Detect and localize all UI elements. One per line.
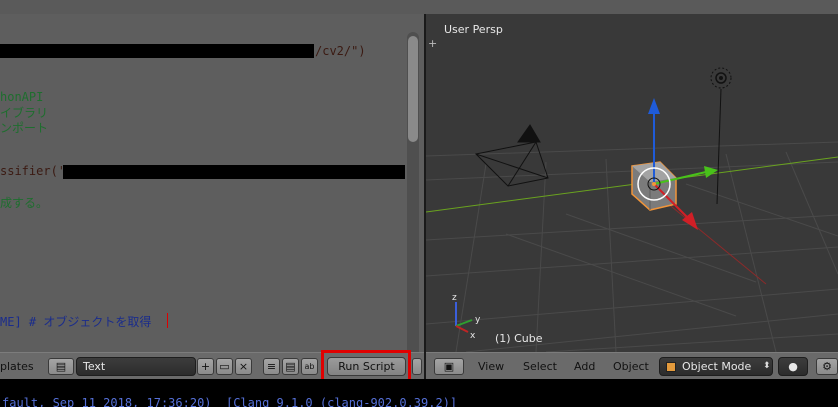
unlink-text-icon[interactable]: × bbox=[235, 358, 252, 375]
object-mode-label: Object Mode bbox=[682, 360, 752, 373]
run-script-highlight-box bbox=[321, 350, 411, 382]
redacted-block bbox=[0, 44, 314, 58]
text-editor-area[interactable]: /cv2/") honAPI イブラリ ンポート ssifier(' 成する。 … bbox=[0, 14, 424, 352]
mode-select-dropdown[interactable]: Object Mode bbox=[659, 357, 773, 376]
code-line-classifier: ssifier(' bbox=[0, 164, 66, 178]
editor-scrollbar-thumb[interactable] bbox=[408, 36, 418, 142]
line-numbers-toggle-icon[interactable]: ≡ bbox=[263, 358, 280, 375]
templates-menu[interactable]: plates bbox=[0, 360, 34, 373]
text-cursor bbox=[167, 313, 168, 328]
gizmo-z-label: z bbox=[452, 293, 457, 303]
word-wrap-toggle-icon[interactable]: ▤ bbox=[282, 358, 299, 375]
view-menu[interactable]: View bbox=[478, 360, 504, 373]
code-line-comment-api: honAPI bbox=[0, 90, 44, 104]
axis-gizmo: z y x bbox=[452, 293, 481, 341]
dropdown-arrows-icon: ⬍ bbox=[763, 361, 771, 371]
editor-type-cube-icon[interactable]: ▣ bbox=[434, 358, 464, 375]
new-text-icon[interactable]: + bbox=[197, 358, 214, 375]
viewport-title: User Persp bbox=[444, 23, 503, 36]
console-output-line: fault, Sep 11 2018, 17:36:20) [Clang 9.1… bbox=[2, 396, 458, 407]
open-text-icon[interactable]: ▭ bbox=[216, 358, 233, 375]
text-datablock-name-field[interactable]: Text bbox=[76, 357, 196, 376]
code-line-comment-create: 成する。 bbox=[0, 196, 49, 210]
view3d-header: ▣ View Select Add Object Object Mode ⬍ ●… bbox=[426, 352, 838, 379]
python-console-area[interactable]: fault, Sep 11 2018, 17:36:20) [Clang 9.1… bbox=[0, 379, 838, 407]
viewport-shading-dropdown[interactable]: ● bbox=[778, 357, 808, 376]
viewport-scene: z y x bbox=[426, 67, 838, 352]
gizmo-y-label: y bbox=[475, 315, 481, 325]
lamp-object bbox=[710, 67, 732, 205]
3d-viewport[interactable]: z y x + User Persp (1) Cube bbox=[426, 14, 838, 352]
code-line-path: /cv2/") bbox=[315, 44, 366, 58]
window-top-strip bbox=[0, 0, 838, 14]
object-mode-cube-icon bbox=[666, 362, 676, 372]
gizmo-x-label: x bbox=[470, 331, 476, 341]
redacted-block bbox=[63, 165, 405, 179]
live-edit-checkbox[interactable] bbox=[412, 358, 422, 375]
select-menu[interactable]: Select bbox=[523, 360, 557, 373]
syntax-highlight-toggle-icon[interactable]: ab bbox=[301, 358, 318, 375]
active-object-label: (1) Cube bbox=[495, 332, 543, 345]
code-line-get-object: ME] # オブジェクトを取得 bbox=[0, 315, 152, 329]
add-menu[interactable]: Add bbox=[574, 360, 595, 373]
text-datablock-browse-icon[interactable]: ▤ bbox=[48, 358, 74, 375]
pivot-point-icon[interactable]: ⚙ bbox=[816, 358, 838, 375]
code-line-comment-import: ンポート bbox=[0, 121, 49, 135]
object-menu[interactable]: Object bbox=[613, 360, 649, 373]
viewport-add-icon[interactable]: + bbox=[428, 38, 439, 49]
